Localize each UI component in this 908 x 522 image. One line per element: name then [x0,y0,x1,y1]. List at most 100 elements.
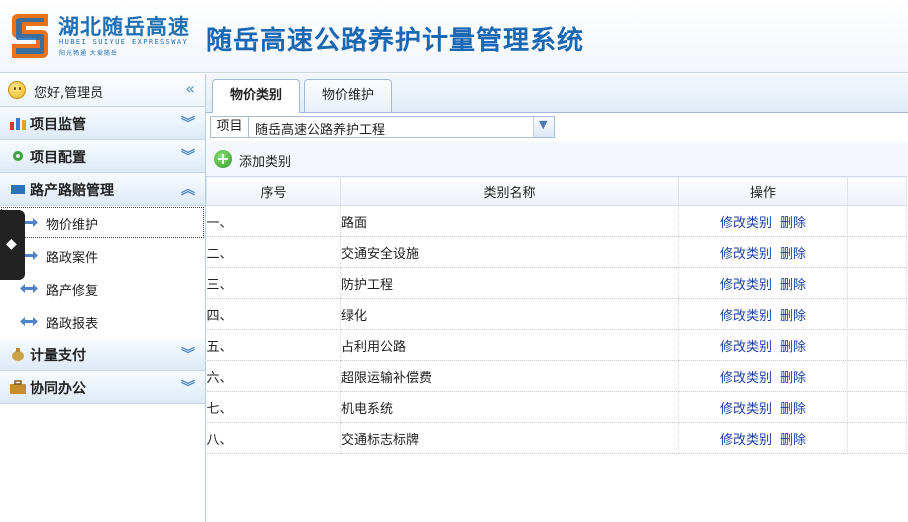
column-header-no: 序号 [206,176,341,206]
table-row: 八、 交通标志标牌 修改类别 删除 [206,422,907,454]
cell-no: 三、 [206,267,341,299]
cell-name: 交通安全设施 [340,236,679,268]
sidebar-item-road-reports[interactable]: 路政报表 [0,305,205,338]
edit-category-link[interactable]: 修改类别 [720,433,772,448]
sidebar-item-label: 路政报表 [46,317,99,332]
cell-name: 占利用公路 [340,329,679,361]
cell-blank [847,391,907,423]
table-body: 一、 路面 修改类别 删除 二、 交通安全设施 修改类别 删除 三、 防护工程 修改类别 删除 四、 绿化… [206,205,907,454]
logo-text-en: HUBEI SUIYUE EXPRESSWAY [59,38,189,46]
tab-price-category[interactable]: 物价类别 [212,79,300,113]
sidebar: 您好,管理员 « 项目监管 ︾ 项目配置 ︾ 路产路赔管理 ︽ 物价维护 路政案… [0,74,206,522]
edit-category-link[interactable]: 修改类别 [720,247,772,262]
menu-measurement-payment[interactable]: 计量支付 ︾ [0,338,205,371]
edit-category-link[interactable]: 修改类别 [720,216,772,231]
delete-link[interactable]: 删除 [780,278,806,293]
delete-link[interactable]: 删除 [780,247,806,262]
cell-blank [847,205,907,237]
sidebar-item-label: 物价维护 [46,218,99,233]
cell-actions: 修改类别 删除 [678,360,848,392]
sidebar-item-asset-repair[interactable]: 路产修复 [0,272,205,305]
chevron-down-icon[interactable]: ︾ [181,113,195,133]
menu-project-supervision[interactable]: 项目监管 ︾ [0,107,205,140]
table-row: 五、 占利用公路 修改类别 删除 [206,329,907,361]
menu-road-asset-management[interactable]: 路产路赔管理 ︽ [0,173,205,206]
cell-blank [847,298,907,330]
sidebar-item-road-cases[interactable]: 路政案件 [0,239,205,272]
road-icon [11,185,25,194]
project-label: 项目 [210,116,248,138]
cell-actions: 修改类别 删除 [678,422,848,454]
project-select[interactable]: 随岳高速公路养护工程 ▼ [248,116,555,138]
cell-actions: 修改类别 删除 [678,236,848,268]
cell-actions: 修改类别 删除 [678,205,848,237]
tab-bar: 物价类别 物价维护 [206,74,908,113]
cell-no: 四、 [206,298,341,330]
briefcase-icon [10,380,26,394]
column-header-name: 类别名称 [340,176,679,206]
delete-link[interactable]: 删除 [780,309,806,324]
delete-link[interactable]: 删除 [780,433,806,448]
cell-actions: 修改类别 删除 [678,298,848,330]
column-header-actions: 操作 [678,176,848,206]
cell-name: 路面 [340,205,679,237]
chevron-up-icon[interactable]: ︽ [181,179,195,199]
company-logo [12,14,48,58]
cell-no: 七、 [206,391,341,423]
column-header-blank [847,176,907,206]
cell-blank [847,329,907,361]
chevron-down-icon[interactable]: ︾ [181,146,195,166]
table-row: 四、 绿化 修改类别 删除 [206,298,907,330]
system-title: 随岳高速公路养护计量管理系统 [206,26,585,56]
bar-chart-icon [10,118,26,130]
cell-blank [847,267,907,299]
edit-category-link[interactable]: 修改类别 [720,340,772,355]
project-select-value: 随岳高速公路养护工程 [255,123,386,138]
floating-side-handle[interactable]: ◆ [0,210,25,280]
menu-label: 路产路赔管理 [30,183,114,199]
cell-no: 二、 [206,236,341,268]
category-table: 序号 类别名称 操作 一、 路面 修改类别 删除 二、 交通安全设施 修改类别 删除 三、 防护工… [206,176,907,454]
delete-link[interactable]: 删除 [780,340,806,355]
double-chevron-left-icon[interactable]: « [185,79,195,98]
double-arrow-icon [20,284,38,293]
menu-project-config[interactable]: 项目配置 ︾ [0,140,205,173]
smiley-icon [8,81,26,99]
tab-price-maintenance[interactable]: 物价维护 [304,79,392,112]
edit-category-link[interactable]: 修改类别 [720,402,772,417]
menu-collaborative-office[interactable]: 协同办公 ︾ [0,371,205,404]
main-content: 物价类别 物价维护 项目 随岳高速公路养护工程 ▼ 添加类别 序号 类别名称 操… [206,74,908,522]
menu-label: 项目监管 [30,117,86,133]
table-row: 七、 机电系统 修改类别 删除 [206,391,907,423]
logo-slogan: 阳光畅通 大爱随岳 [59,50,118,57]
double-arrow-icon [20,317,38,326]
sidebar-item-price-maintenance[interactable]: 物价维护 [0,206,205,239]
cell-blank [847,360,907,392]
table-header-row: 序号 类别名称 操作 [206,176,907,206]
cell-name: 交通标志标牌 [340,422,679,454]
table-row: 一、 路面 修改类别 删除 [206,205,907,237]
cell-name: 绿化 [340,298,679,330]
delete-link[interactable]: 删除 [780,371,806,386]
table-row: 三、 防护工程 修改类别 删除 [206,267,907,299]
cell-name: 防护工程 [340,267,679,299]
edit-category-link[interactable]: 修改类别 [720,371,772,386]
delete-link[interactable]: 删除 [780,402,806,417]
chevron-down-icon[interactable]: ︾ [181,377,195,397]
cell-actions: 修改类别 删除 [678,329,848,361]
cell-no: 六、 [206,360,341,392]
cell-blank [847,422,907,454]
project-filter-row: 项目 随岳高速公路养护工程 ▼ [206,112,908,140]
greeting-text: 您好,管理员 [34,86,104,101]
delete-link[interactable]: 删除 [780,216,806,231]
edit-category-link[interactable]: 修改类别 [720,309,772,324]
app-header: 湖北随岳高速 HUBEI SUIYUE EXPRESSWAY 阳光畅通 大爱随岳… [0,0,908,73]
chevron-down-icon[interactable]: ︾ [181,344,195,364]
logo-text-cn: 湖北随岳高速 [58,15,190,39]
cell-actions: 修改类别 删除 [678,391,848,423]
dropdown-button[interactable]: ▼ [533,117,554,137]
add-category-label: 添加类别 [239,155,292,170]
cell-name: 机电系统 [340,391,679,423]
edit-category-link[interactable]: 修改类别 [720,278,772,293]
gear-icon [13,151,23,161]
